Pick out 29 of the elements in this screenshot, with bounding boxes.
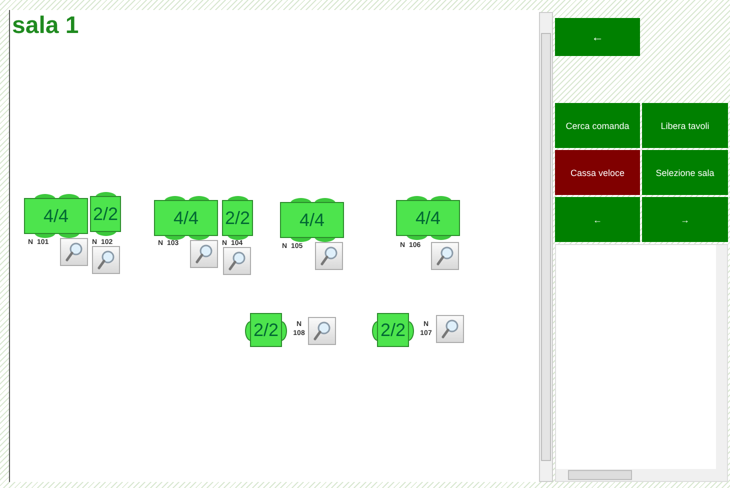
search-button[interactable] <box>223 247 251 275</box>
search-icon <box>441 319 459 339</box>
scrollbar[interactable] <box>556 469 727 481</box>
search-icon <box>228 251 246 271</box>
search-button[interactable] <box>190 240 218 268</box>
search-button[interactable] <box>436 315 464 343</box>
search-icon <box>320 246 338 266</box>
search-button[interactable] <box>308 317 336 345</box>
search-icon <box>436 246 454 266</box>
search-button[interactable] <box>60 238 88 266</box>
menu-button[interactable]: Cerca comanda <box>555 103 640 148</box>
menu-button[interactable]: → <box>642 197 728 242</box>
search-icon <box>313 321 331 341</box>
room-title: sala 1 <box>11 11 80 40</box>
search-icon <box>195 244 213 264</box>
search-button[interactable] <box>92 246 120 274</box>
scrollbar[interactable] <box>539 12 553 482</box>
search-icon <box>97 250 115 270</box>
search-button[interactable] <box>431 242 459 270</box>
table[interactable]: 2/2 <box>374 313 412 347</box>
search-button[interactable] <box>315 242 343 270</box>
menu-button[interactable]: ← <box>555 197 640 242</box>
menu-button[interactable]: Libera tavoli <box>642 103 728 148</box>
menu-button[interactable]: Selezione sala <box>642 150 728 195</box>
scrollbar[interactable] <box>716 245 727 469</box>
table[interactable]: 2/2 <box>247 313 285 347</box>
menu-button[interactable]: Cassa veloce <box>555 150 640 195</box>
back-button[interactable]: ← <box>555 18 640 56</box>
search-icon <box>65 242 83 262</box>
